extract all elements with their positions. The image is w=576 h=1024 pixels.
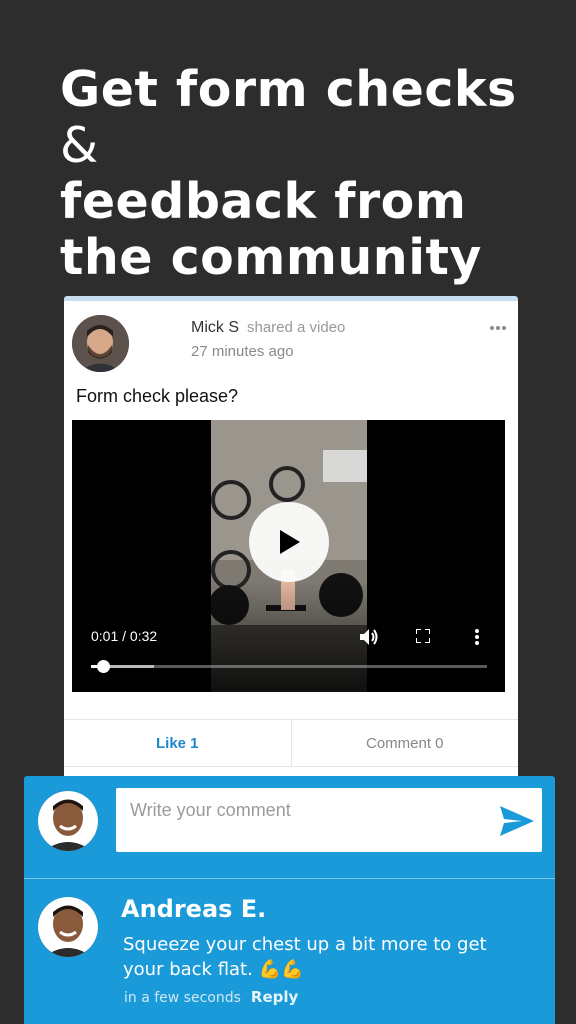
reply-button[interactable]: Reply [251,988,298,1006]
play-button[interactable] [249,502,329,582]
commenter-name[interactable]: Andreas E. [121,895,266,923]
comment-meta: in a few seconds Reply [124,988,298,1006]
hero-line-1: Get form checks & [60,61,517,174]
panel-divider [24,878,555,879]
fullscreen-icon[interactable] [416,629,430,643]
hero-ampersand: & [60,117,99,174]
comment-text: Squeeze your chest up a bit more to get … [123,932,523,982]
post-author-line: Mick S shared a video [191,319,345,337]
video-time: 0:01 / 0:32 [91,628,158,644]
comment-input-placeholder: Write your comment [130,800,291,820]
post-action-text: shared a video [247,319,346,336]
hero-line-3: the community [60,229,482,286]
post-author-name[interactable]: Mick S [191,319,239,336]
video-progress-bar[interactable] [91,660,487,673]
video-more-icon[interactable] [475,629,479,645]
volume-icon[interactable] [360,628,380,646]
play-icon [280,530,300,554]
like-button[interactable]: Like 1 [64,720,292,766]
more-options-icon[interactable] [490,326,506,330]
comment-time: in a few seconds [124,990,241,1006]
hero-line-2: feedback from [60,173,467,230]
video-scrubber-handle[interactable] [96,660,110,673]
post-actions: Like 1 Comment 0 [64,719,518,767]
current-user-avatar [38,791,98,851]
comments-panel: Write your comment Andreas E. Squeeze yo… [24,776,555,1024]
send-icon[interactable] [500,806,534,836]
post-author-avatar[interactable] [72,315,129,372]
video-duration: 0:32 [129,628,158,644]
comment-input[interactable]: Write your comment [116,788,542,852]
video-current-time: 0:01 [91,628,119,644]
comment-button[interactable]: Comment 0 [292,720,519,766]
post-card: Mick S shared a video 27 minutes ago Form… [64,296,518,780]
commenter-avatar[interactable] [38,897,98,957]
hero-headline: Get form checks & feedback from the comm… [60,62,550,286]
flexed-biceps-emoji: 💪💪 [258,959,304,980]
post-timestamp: 27 minutes ago [191,343,294,360]
comment-body: Squeeze your chest up a bit more to get … [123,934,487,980]
video-player[interactable]: 0:01 / 0:32 [72,420,505,692]
post-text: Form check please? [76,386,239,406]
